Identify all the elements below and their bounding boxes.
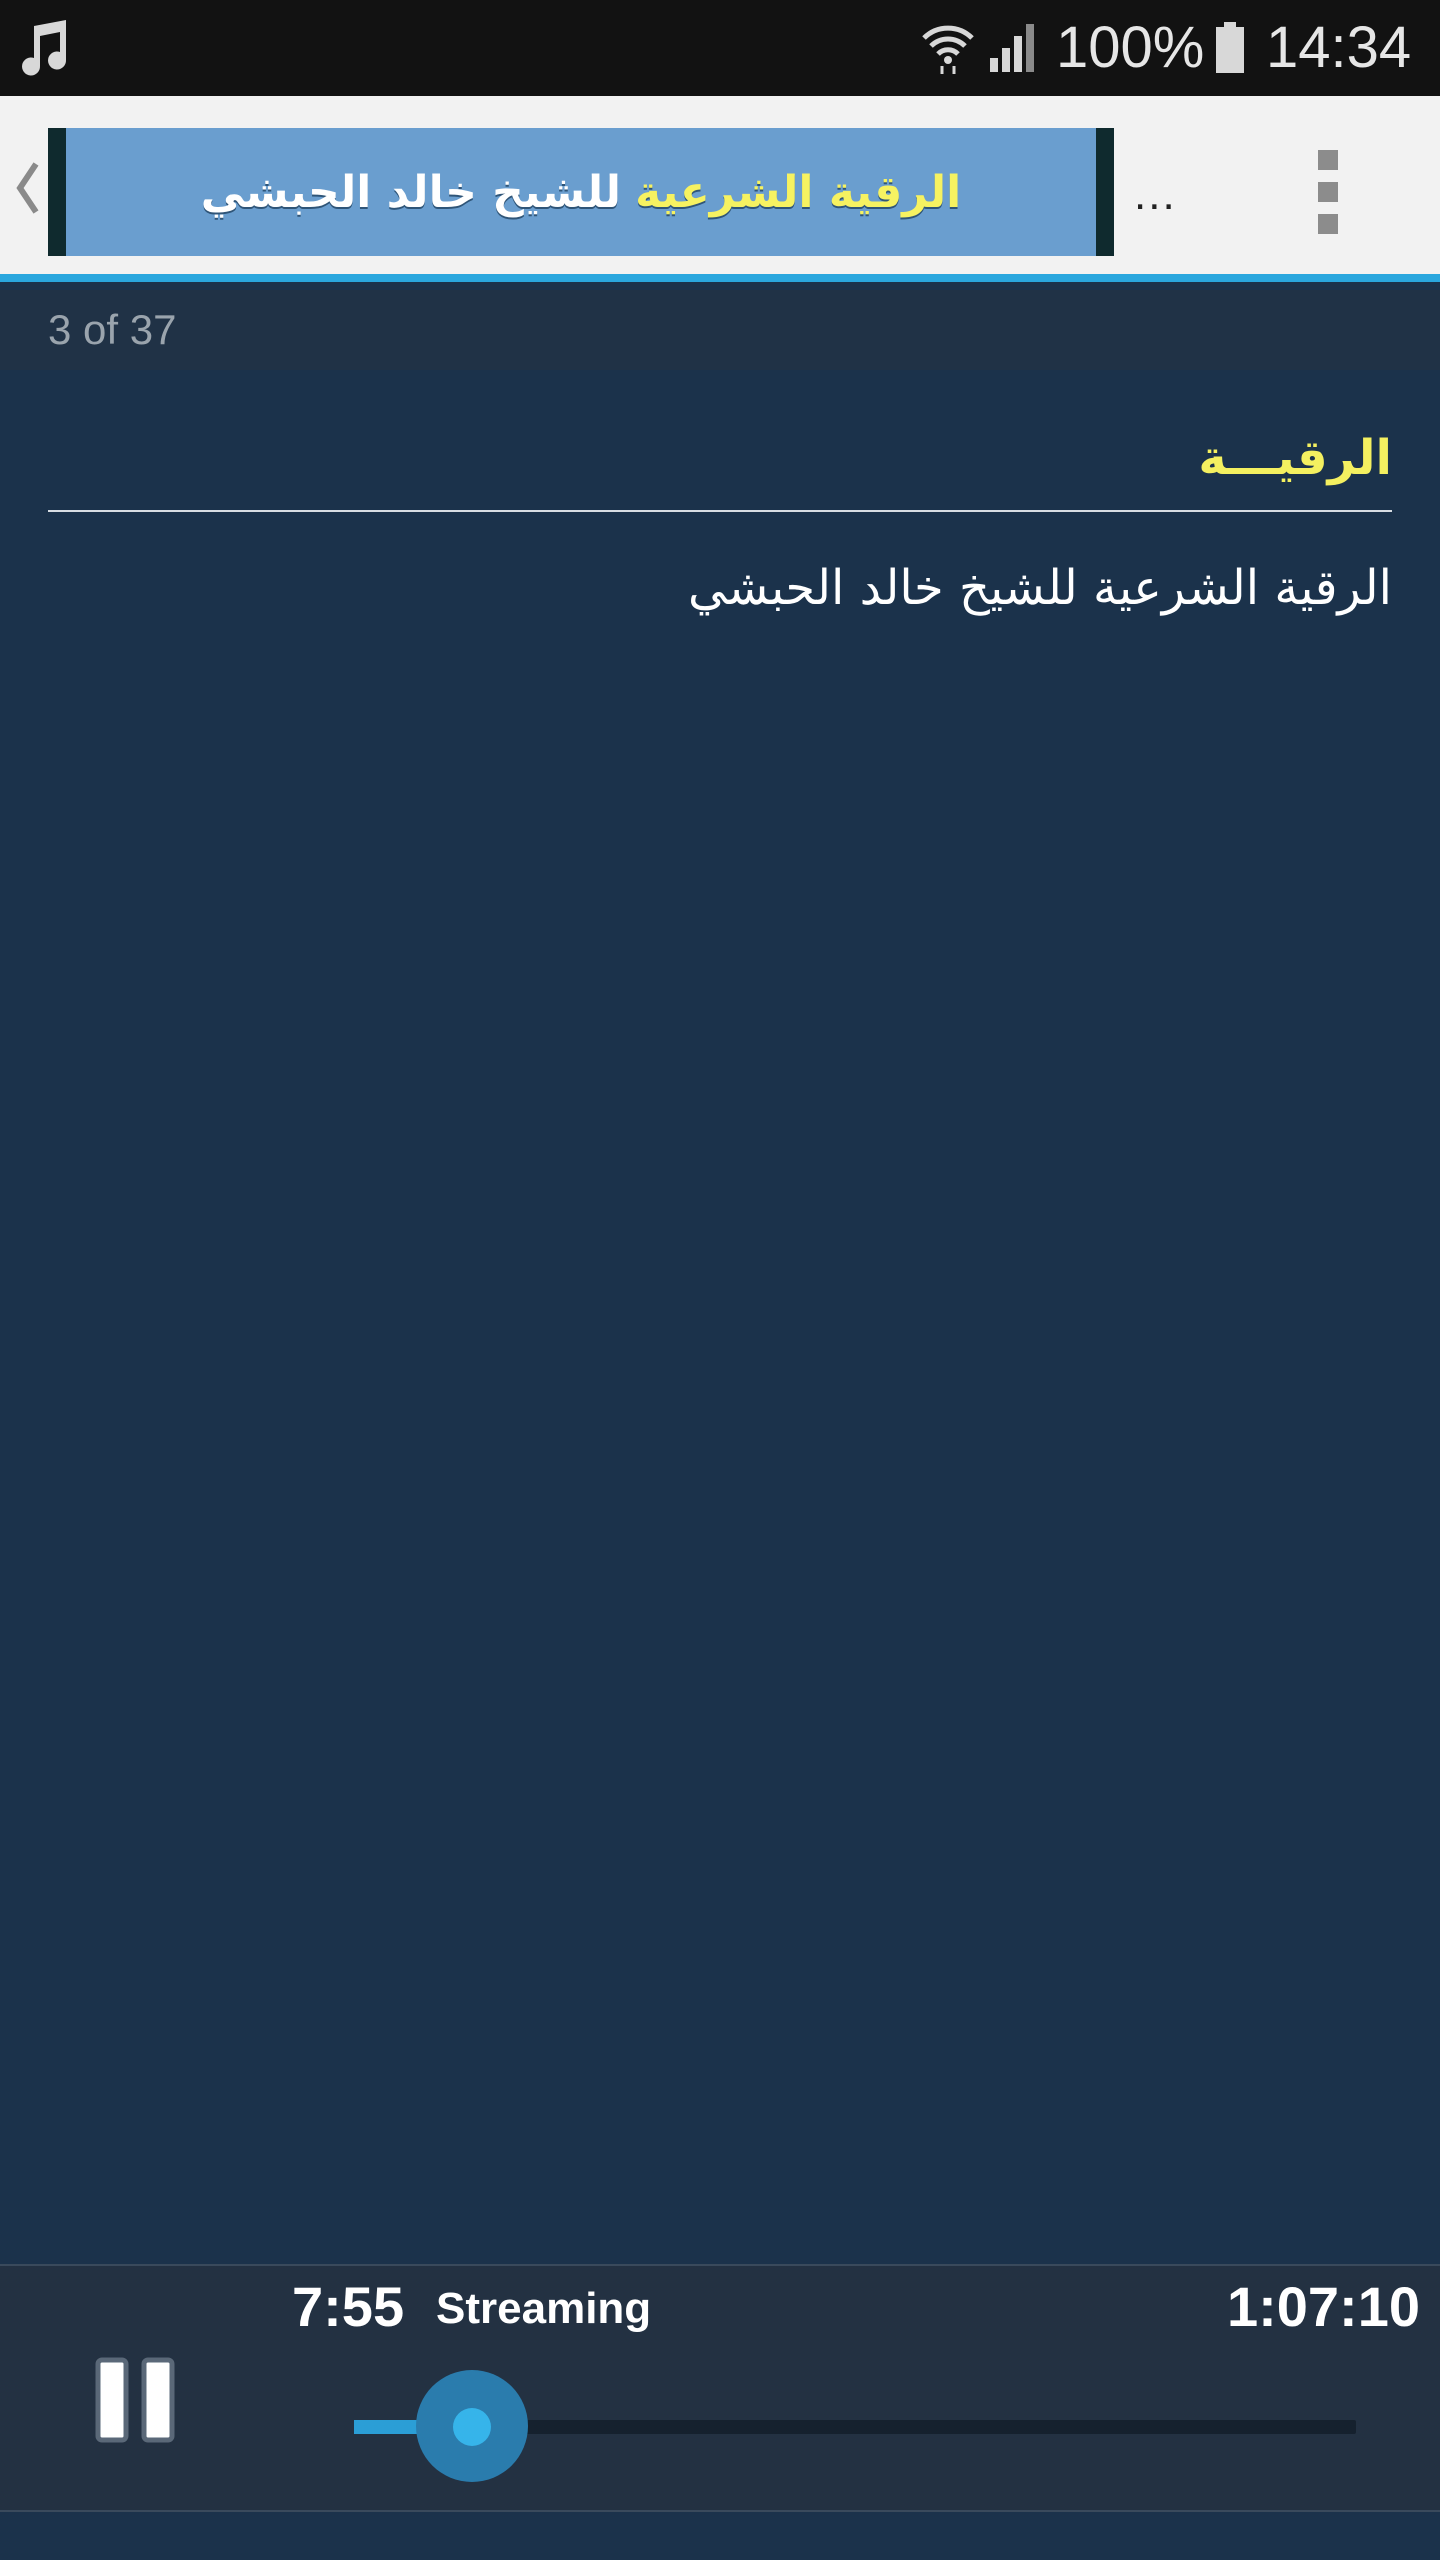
- wifi-icon: [922, 25, 974, 74]
- overflow-ellipsis[interactable]: ...: [1134, 170, 1177, 220]
- seek-bar[interactable]: [354, 2370, 1356, 2482]
- section-title: الرقيـــة: [1198, 430, 1392, 486]
- music-note-icon: [22, 20, 67, 76]
- more-vert-icon[interactable]: [1314, 150, 1342, 234]
- stream-status: Streaming: [436, 2284, 652, 2333]
- app-banner[interactable]: الرقية الشرعية للشيخ خالد الحبشي: [48, 128, 1114, 256]
- battery-percentage: 100%: [1056, 15, 1205, 80]
- page-indicator: 3 of 37: [48, 306, 177, 353]
- title-divider: [48, 510, 1392, 512]
- total-duration: 1:07:10: [1226, 2275, 1420, 2338]
- pager-header: 3 of 37: [0, 290, 1440, 370]
- battery-icon: [1216, 22, 1244, 73]
- app-bar: الرقية الشرعية للشيخ خالد الحبشي ...: [0, 96, 1440, 282]
- audio-player: 7:55 Streaming 1:07:10: [0, 2264, 1440, 2512]
- chevron-left-icon[interactable]: [12, 158, 42, 218]
- track-description: الرقية الشرعية للشيخ خالد الحبشي: [688, 560, 1392, 616]
- elapsed-time: 7:55: [292, 2275, 405, 2338]
- signal-icon: [990, 24, 1034, 72]
- status-bar: 100% 14:34: [0, 0, 1440, 96]
- pause-button[interactable]: [92, 2354, 182, 2446]
- bottom-strip: [0, 2512, 1440, 2560]
- seek-thumb[interactable]: [453, 2408, 492, 2446]
- content-area: الرقيـــة الرقية الشرعية للشيخ خالد الحب…: [0, 370, 1440, 2264]
- clock: 14:34: [1266, 15, 1412, 80]
- banner-title-rest: للشيخ خالد الحبشي: [200, 166, 622, 218]
- banner-title-highlight: الرقية الشرعية: [635, 166, 962, 218]
